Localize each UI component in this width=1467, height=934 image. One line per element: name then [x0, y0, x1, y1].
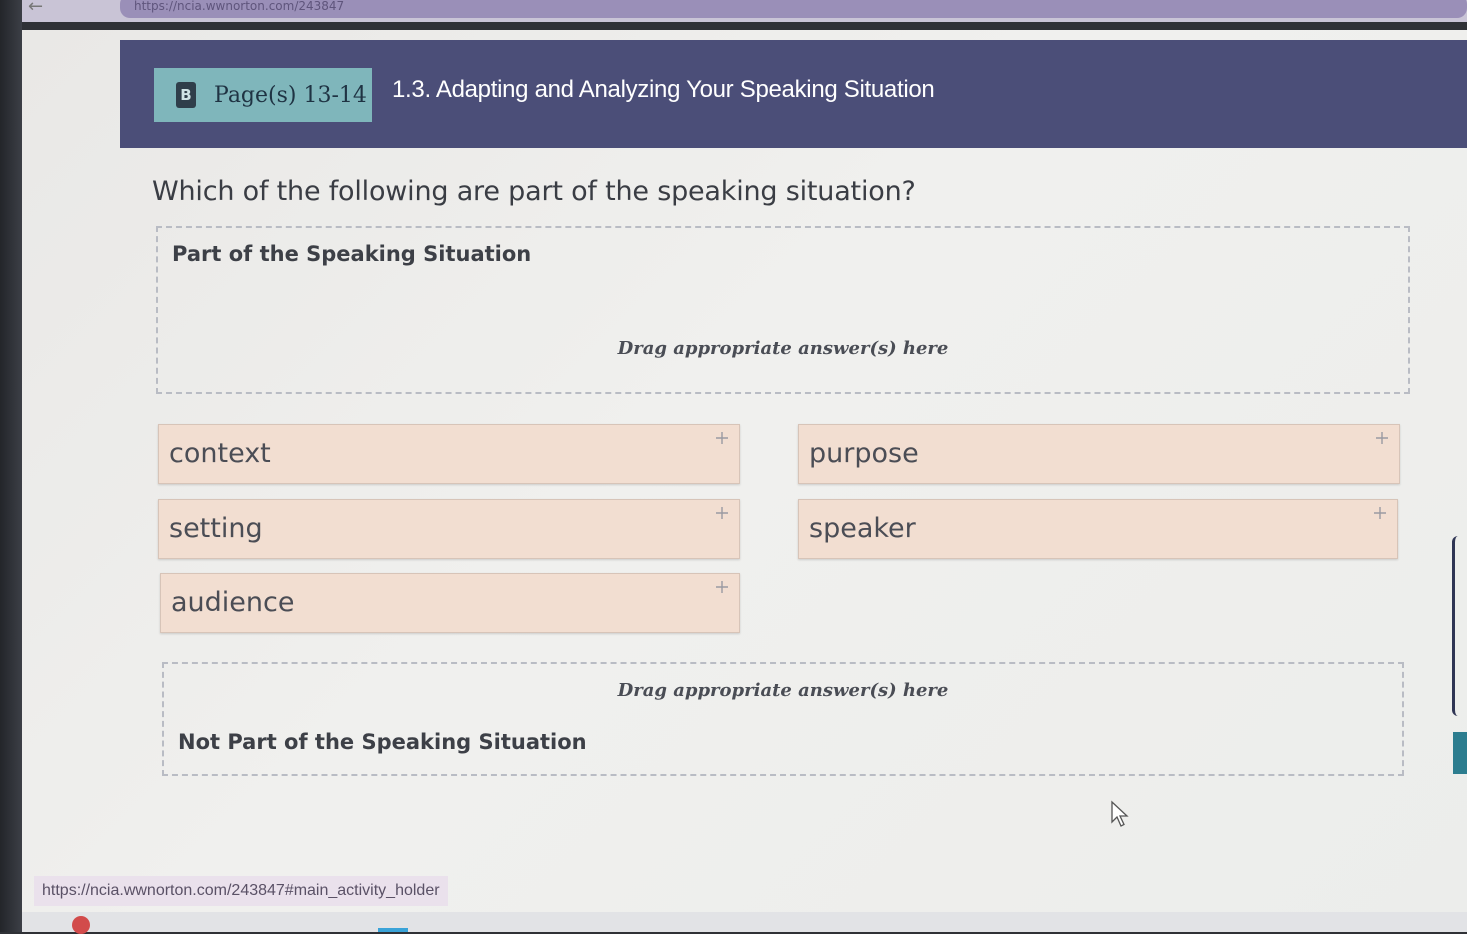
move-icon — [716, 581, 728, 593]
screen-bezel — [0, 0, 22, 932]
notification-icon[interactable] — [72, 916, 90, 934]
answer-tile-purpose[interactable]: purpose — [798, 424, 1400, 484]
active-app-indicator — [378, 928, 408, 932]
answer-tile-setting[interactable]: setting — [158, 499, 740, 559]
answer-label: context — [169, 438, 271, 469]
scroll-edge — [1452, 536, 1458, 716]
answer-label: setting — [169, 513, 263, 544]
move-icon — [716, 507, 728, 519]
answer-label: speaker — [809, 513, 916, 544]
move-icon — [1374, 507, 1386, 519]
move-icon — [716, 432, 728, 444]
drop-zone-hint: Drag appropriate answer(s) here — [617, 680, 949, 701]
taskbar — [22, 912, 1467, 934]
answer-tile-context[interactable]: context — [158, 424, 740, 484]
drop-zone-heading: Not Part of the Speaking Situation — [178, 730, 587, 754]
activity-page: B Page(s) 13-14 1.3. Adapting and Analyz… — [22, 30, 1467, 932]
answer-tile-speaker[interactable]: speaker — [798, 499, 1398, 559]
drop-zone-not-part-of-situation[interactable]: Drag appropriate answer(s) here Not Part… — [162, 662, 1404, 776]
mouse-cursor-icon — [1111, 800, 1129, 827]
answer-label: purpose — [809, 438, 919, 469]
drop-zone-hint: Drag appropriate answer(s) here — [617, 338, 949, 359]
page-reference-button[interactable]: B Page(s) 13-14 — [154, 68, 372, 122]
link-status-bar: https://ncia.wwnorton.com/243847#main_ac… — [34, 876, 448, 906]
drop-zone-heading: Part of the Speaking Situation — [172, 242, 532, 266]
activity-header: B Page(s) 13-14 1.3. Adapting and Analyz… — [120, 40, 1467, 148]
move-icon — [1376, 432, 1388, 444]
question-prompt: Which of the following are part of the s… — [152, 176, 916, 207]
side-panel-tab[interactable] — [1453, 732, 1467, 774]
answer-label: audience — [171, 587, 295, 618]
answer-tile-audience[interactable]: audience — [160, 573, 740, 633]
ebook-icon: B — [176, 82, 196, 108]
drop-zone-part-of-situation[interactable]: Part of the Speaking Situation Drag appr… — [156, 226, 1410, 394]
back-icon[interactable]: ← — [28, 0, 43, 17]
browser-toolbar: ← https://ncia.wwnorton.com/243847 — [0, 0, 1467, 22]
page-reference-label: Page(s) 13-14 — [214, 82, 367, 108]
address-bar[interactable]: https://ncia.wwnorton.com/243847 — [120, 0, 1467, 18]
section-title: 1.3. Adapting and Analyzing Your Speakin… — [392, 76, 935, 103]
